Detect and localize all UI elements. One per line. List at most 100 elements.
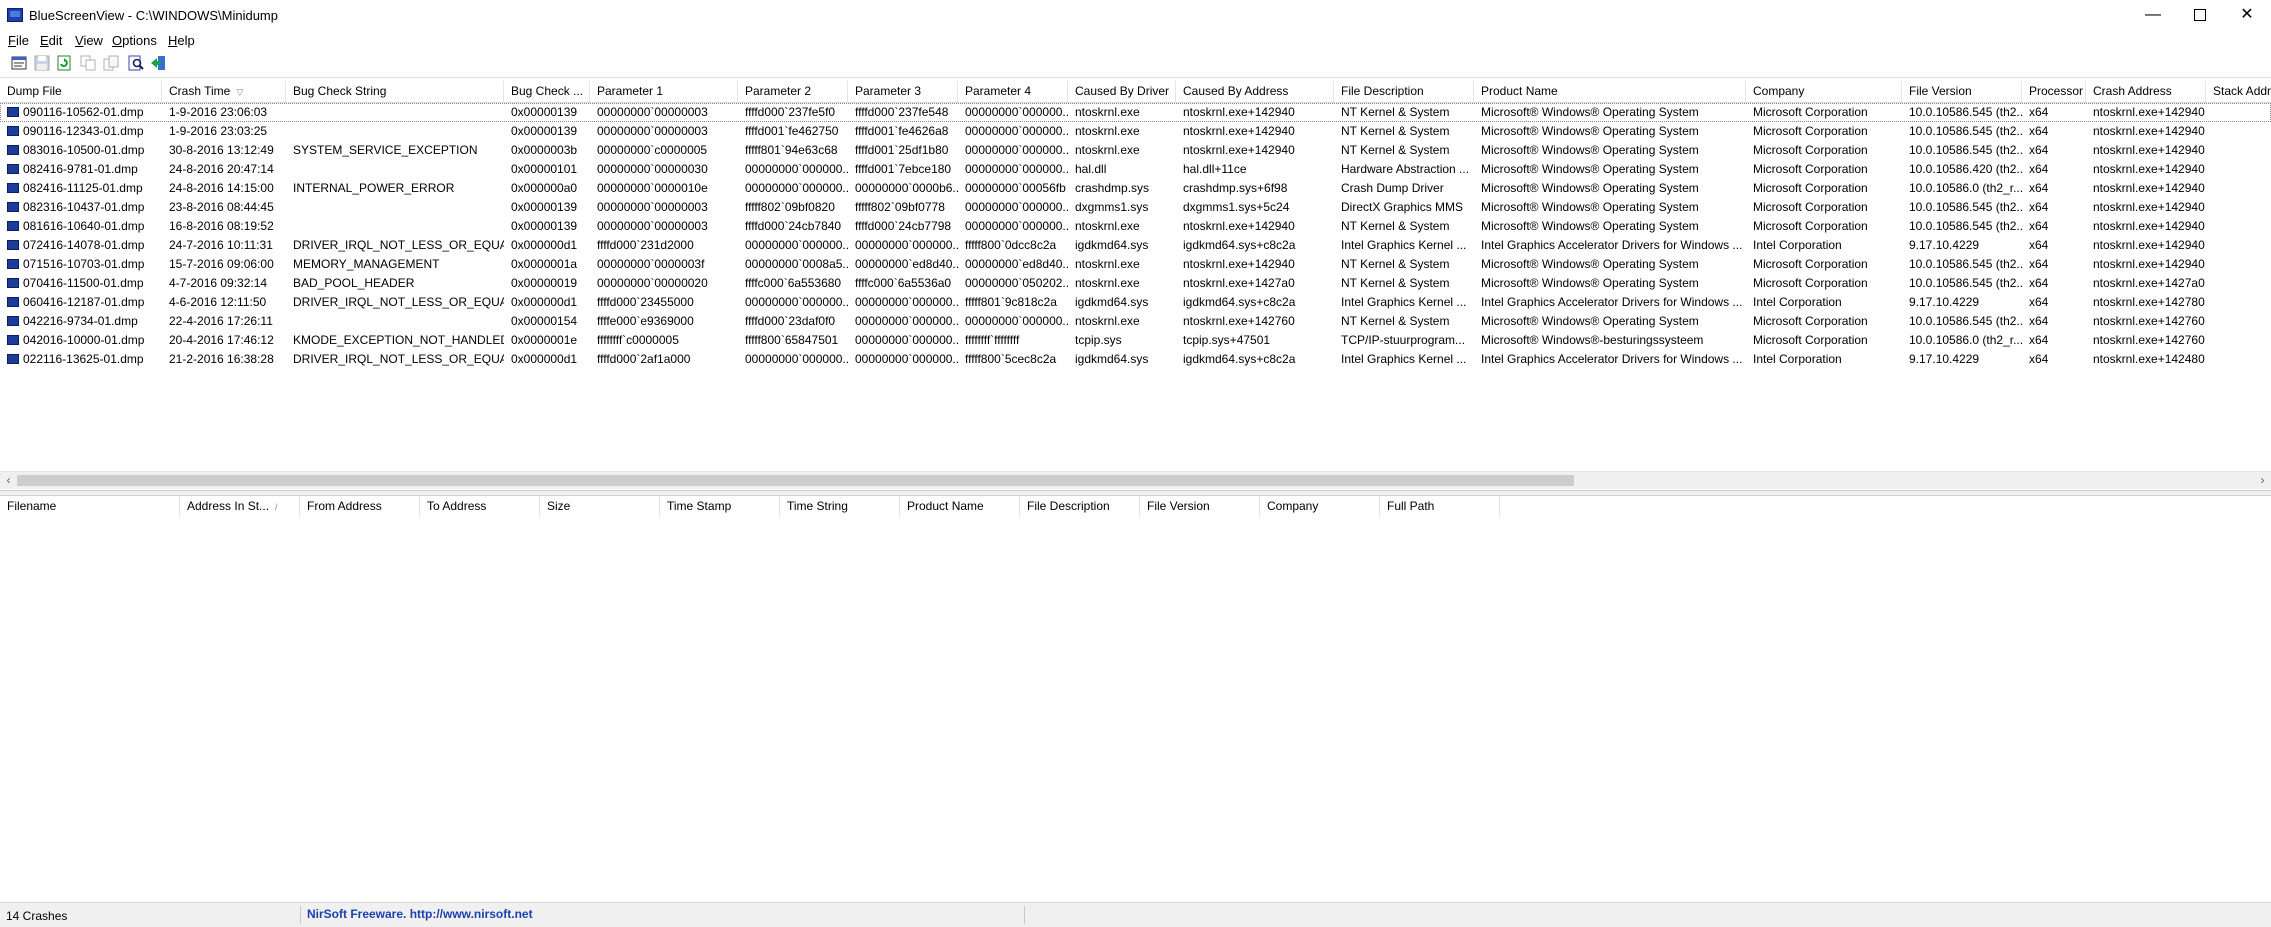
- cell-parameter-3: ffffd001`fe4626a8: [855, 124, 949, 138]
- column-label: Product Name: [907, 499, 984, 513]
- column-header-processor[interactable]: Processor: [2022, 81, 2086, 102]
- cell-parameter-1: 00000000`00000003: [597, 219, 708, 233]
- column-label: File Description: [1027, 499, 1110, 513]
- column-header-parameter-4[interactable]: Parameter 4: [958, 81, 1068, 102]
- column-label: Company: [1267, 499, 1319, 513]
- crash-row[interactable]: 070416-11500-01.dmp 4-7-2016 09:32:14 BA…: [0, 274, 2271, 293]
- cell-file-version: 10.0.10586.545 (th2...: [1909, 200, 2022, 214]
- menu-options-accel: O: [112, 33, 123, 48]
- cell-file-description: Crash Dump Driver: [1341, 181, 1444, 195]
- cell-company: Intel Corporation: [1753, 295, 1842, 309]
- column-header-full-path[interactable]: Full Path: [1380, 496, 1500, 517]
- column-header-stack-address[interactable]: Stack Addres: [2206, 81, 2271, 102]
- column-header-crash-time[interactable]: Crash Time ▽: [162, 81, 286, 102]
- minimize-button[interactable]: —: [2129, 0, 2177, 30]
- column-header-parameter-3[interactable]: Parameter 3: [848, 81, 958, 102]
- column-header-bug-check-string[interactable]: Bug Check String: [286, 81, 504, 102]
- column-header-bug-check-code[interactable]: Bug Check ...: [504, 81, 590, 102]
- cell-caused-by-driver: dxgmms1.sys: [1075, 200, 1149, 214]
- cell-company: Intel Corporation: [1753, 238, 1842, 252]
- status-divider: [1024, 906, 1025, 924]
- column-header-product-name[interactable]: Product Name: [900, 496, 1020, 517]
- column-header-caused-by-address[interactable]: Caused By Address: [1176, 81, 1334, 102]
- column-header-company[interactable]: Company: [1746, 81, 1902, 102]
- column-header-from-address[interactable]: From Address: [300, 496, 420, 517]
- menu-view[interactable]: View: [75, 33, 103, 48]
- crash-row[interactable]: 072416-14078-01.dmp 24-7-2016 10:11:31 D…: [0, 236, 2271, 255]
- crash-row[interactable]: 083016-10500-01.dmp 30-8-2016 13:12:49 S…: [0, 141, 2271, 160]
- column-header-address-in-stack[interactable]: Address In St... /: [180, 496, 300, 517]
- maximize-icon: [2194, 8, 2206, 21]
- cell-crash-time: 15-7-2016 09:06:00: [169, 257, 274, 271]
- column-header-parameter-2[interactable]: Parameter 2: [738, 81, 848, 102]
- column-header-parameter-1[interactable]: Parameter 1: [590, 81, 738, 102]
- column-header-to-address[interactable]: To Address: [420, 496, 540, 517]
- column-header-file-version[interactable]: File Version: [1902, 81, 2022, 102]
- cell-crash-address: ntoskrnl.exe+142940: [2093, 105, 2205, 119]
- column-header-product-name[interactable]: Product Name: [1474, 81, 1746, 102]
- crash-row[interactable]: 090116-12343-01.dmp 1-9-2016 23:03:25 0x…: [0, 122, 2271, 141]
- bluescreenview-app-icon[interactable]: [7, 8, 23, 22]
- cell-company: Microsoft Corporation: [1753, 276, 1868, 290]
- crash-row[interactable]: 042216-9734-01.dmp 22-4-2016 17:26:11 0x…: [0, 312, 2271, 331]
- crash-row[interactable]: 082416-11125-01.dmp 24-8-2016 14:15:00 I…: [0, 179, 2271, 198]
- column-header-dump-file[interactable]: Dump File: [0, 81, 162, 102]
- cell-caused-by-address: ntoskrnl.exe+142940: [1183, 105, 1295, 119]
- column-header-time-string[interactable]: Time String: [780, 496, 900, 517]
- cell-bug-check-string: SYSTEM_SERVICE_EXCEPTION: [293, 143, 478, 157]
- cell-stack-address: [2206, 160, 2271, 179]
- crash-row[interactable]: 042016-10000-01.dmp 20-4-2016 17:46:12 K…: [0, 331, 2271, 350]
- crash-row[interactable]: 071516-10703-01.dmp 15-7-2016 09:06:00 M…: [0, 255, 2271, 274]
- horizontal-scrollbar[interactable]: ‹ ›: [0, 471, 2271, 489]
- crash-row[interactable]: 090116-10562-01.dmp 1-9-2016 23:06:03 0x…: [0, 103, 2271, 122]
- column-header-file-description[interactable]: File Description: [1020, 496, 1140, 517]
- cell-caused-by-address: crashdmp.sys+6f98: [1183, 181, 1288, 195]
- column-header-file-version[interactable]: File Version: [1140, 496, 1260, 517]
- cell-processor: x64: [2029, 200, 2049, 214]
- cell-dump-file: 082316-10437-01.dmp: [23, 200, 145, 214]
- nirsoft-link[interactable]: NirSoft Freeware. http://www.nirsoft.net: [307, 907, 533, 921]
- crash-row[interactable]: 060416-12187-01.dmp 4-6-2016 12:11:50 DR…: [0, 293, 2271, 312]
- menu-view-label: iew: [83, 33, 103, 48]
- cell-parameter-2: 00000000`000000...: [745, 238, 848, 252]
- crash-list[interactable]: 090116-10562-01.dmp 1-9-2016 23:06:03 0x…: [0, 103, 2271, 473]
- column-header-filename[interactable]: Filename: [0, 496, 180, 517]
- cell-product-name: Microsoft® Windows® Operating System: [1481, 276, 1699, 290]
- exit-icon[interactable]: [150, 55, 166, 71]
- column-header-caused-by-driver[interactable]: Caused By Driver: [1068, 81, 1176, 102]
- crash-row[interactable]: 082416-9781-01.dmp 24-8-2016 20:47:14 0x…: [0, 160, 2271, 179]
- column-header-company[interactable]: Company: [1260, 496, 1380, 517]
- menu-options[interactable]: Options: [112, 33, 157, 48]
- close-button[interactable]: ✕: [2223, 0, 2271, 30]
- column-label: File Version: [1909, 84, 1972, 98]
- cell-bug-check-string: [286, 198, 504, 217]
- menu-help[interactable]: Help: [168, 33, 195, 48]
- crash-row[interactable]: 022116-13625-01.dmp 21-2-2016 16:38:28 D…: [0, 350, 2271, 369]
- maximize-button[interactable]: [2176, 0, 2224, 30]
- copy-icon[interactable]: [80, 55, 96, 71]
- scroll-right-arrow-icon[interactable]: ›: [2254, 472, 2271, 489]
- properties-icon[interactable]: [11, 55, 27, 71]
- menu-edit[interactable]: Edit: [40, 33, 62, 48]
- column-header-crash-address[interactable]: Crash Address: [2086, 81, 2206, 102]
- cell-company: Microsoft Corporation: [1753, 143, 1868, 157]
- menu-file[interactable]: File: [8, 33, 29, 48]
- column-header-size[interactable]: Size: [540, 496, 660, 517]
- column-header-file-description[interactable]: File Description: [1334, 81, 1474, 102]
- menu-options-label: ptions: [122, 33, 157, 48]
- column-header-time-stamp[interactable]: Time Stamp: [660, 496, 780, 517]
- crash-row[interactable]: 081616-10640-01.dmp 16-8-2016 08:19:52 0…: [0, 217, 2271, 236]
- save-icon[interactable]: [34, 55, 50, 71]
- column-label: Product Name: [1481, 84, 1558, 98]
- cell-bug-check-string: MEMORY_MANAGEMENT: [293, 257, 440, 271]
- cell-processor: x64: [2029, 276, 2049, 290]
- scrollbar-thumb[interactable]: [17, 475, 1574, 486]
- html-report-icon[interactable]: [103, 55, 119, 71]
- refresh-icon[interactable]: [56, 55, 72, 71]
- scroll-left-arrow-icon[interactable]: ‹: [0, 472, 17, 489]
- crash-row[interactable]: 082316-10437-01.dmp 23-8-2016 08:44:45 0…: [0, 198, 2271, 217]
- status-divider: [300, 906, 301, 924]
- module-list[interactable]: [0, 517, 2271, 901]
- cell-stack-address: [2206, 350, 2271, 369]
- find-icon[interactable]: [128, 55, 144, 71]
